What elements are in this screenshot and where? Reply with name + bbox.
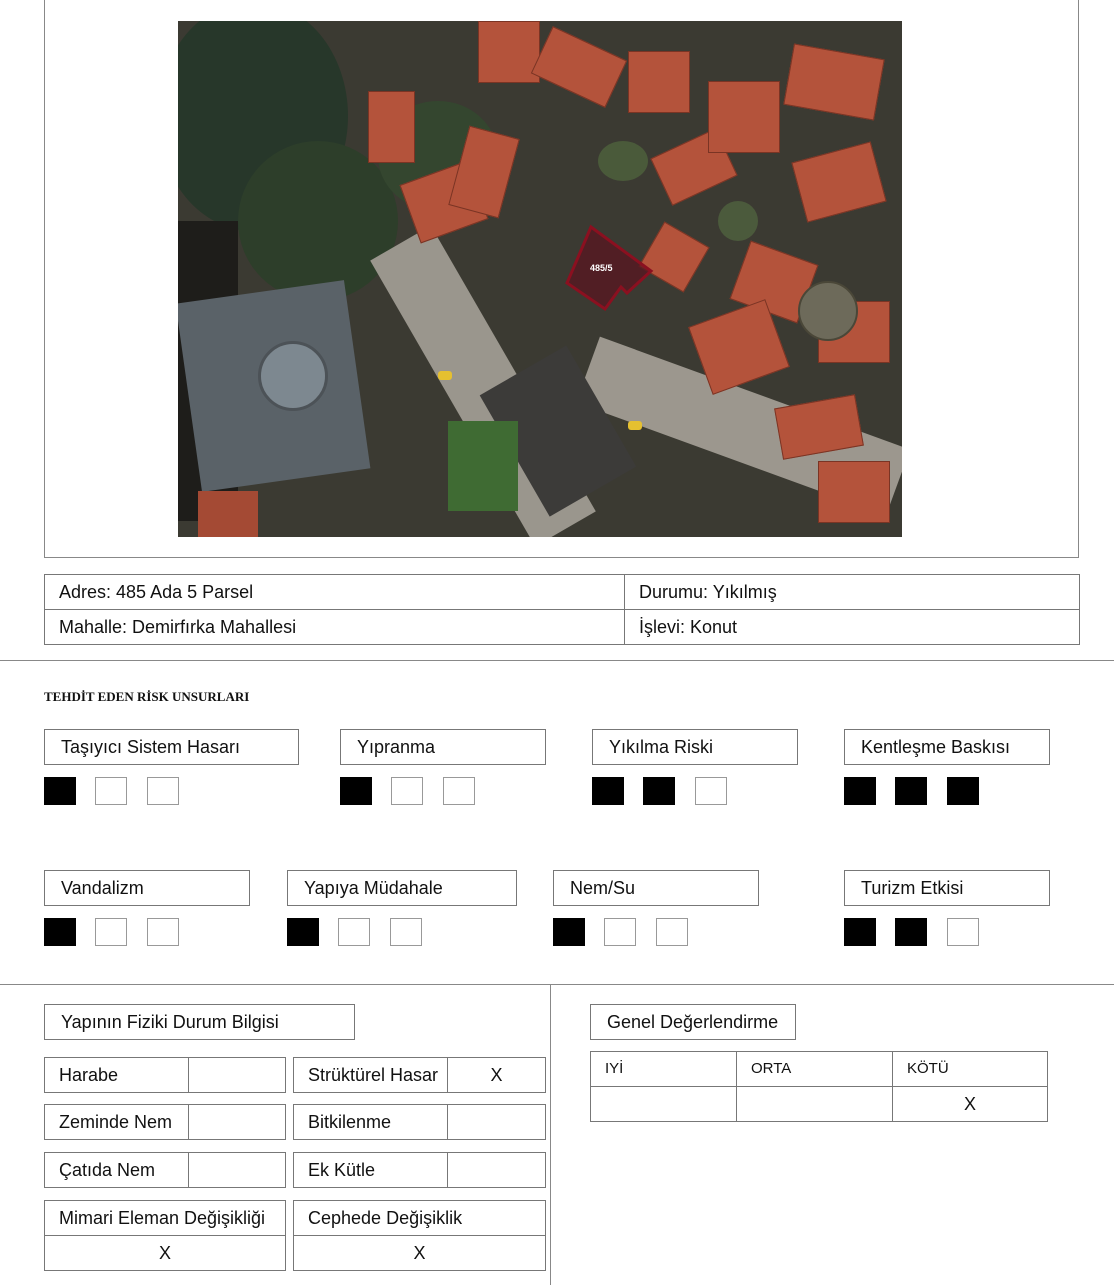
risk-level-square	[656, 918, 688, 946]
risk-level-square	[844, 918, 876, 946]
extra-mass-value	[447, 1152, 546, 1188]
risk-level-square	[844, 777, 876, 805]
evaluation-header-good: IYİ	[590, 1051, 737, 1087]
neighborhood-field: Mahalle: Demirfırka Mahallesi	[44, 609, 625, 645]
risk-level-square	[390, 918, 422, 946]
risk-label-vandalism: Vandalizm	[44, 870, 250, 906]
risk-section-title: TEHDİT EDEN RİSK UNSURLARI	[44, 689, 250, 704]
architectural-change-label: Mimari Eleman Değişikliği	[44, 1200, 286, 1236]
risk-label-intervention: Yapıya Müdahale	[287, 870, 517, 906]
evaluation-value-good	[590, 1086, 737, 1122]
risk-level-square	[95, 918, 127, 946]
risk-label-tourism: Turizm Etkisi	[844, 870, 1050, 906]
ground-moisture-label: Zeminde Nem	[44, 1104, 189, 1140]
section-divider-1	[0, 660, 1114, 661]
risk-level-square	[338, 918, 370, 946]
evaluation-header-medium: ORTA	[736, 1051, 893, 1087]
function-field: İşlevi: Konut	[624, 609, 1080, 645]
harabe-label: Harabe	[44, 1057, 189, 1093]
risk-level-square	[895, 918, 927, 946]
vegetation-label: Bitkilenme	[293, 1104, 448, 1140]
ground-moisture-value	[188, 1104, 286, 1140]
risk-level-square	[287, 918, 319, 946]
risk-level-square	[553, 918, 585, 946]
evaluation-header-bad: KÖTÜ	[892, 1051, 1048, 1087]
risk-label-wear: Yıpranma	[340, 729, 546, 765]
risk-level-square	[340, 777, 372, 805]
parcel-label: 485/5	[590, 263, 613, 273]
vegetation-value	[447, 1104, 546, 1140]
address-field: Adres: 485 Ada 5 Parsel	[44, 574, 625, 610]
frame-bottom-line	[44, 557, 1079, 558]
section-divider-2	[0, 984, 1114, 985]
risk-label-urbanization: Kentleşme Baskısı	[844, 729, 1050, 765]
risk-label-moisture: Nem/Su	[553, 870, 759, 906]
evaluation-value-bad: X	[892, 1086, 1048, 1122]
risk-level-square	[695, 777, 727, 805]
roof-moisture-label: Çatıda Nem	[44, 1152, 189, 1188]
risk-level-square	[44, 918, 76, 946]
risk-level-square	[895, 777, 927, 805]
risk-level-square	[147, 918, 179, 946]
roof-moisture-value	[188, 1152, 286, 1188]
risk-label-structural-damage: Taşıyıcı Sistem Hasarı	[44, 729, 299, 765]
risk-level-square	[604, 918, 636, 946]
physical-section-title: Yapının Fiziki Durum Bilgisi	[44, 1004, 355, 1040]
parcel-outline-icon	[565, 224, 654, 312]
facade-change-label: Cephede Değişiklik	[293, 1200, 546, 1236]
risk-level-square	[44, 777, 76, 805]
frame-left-line	[44, 0, 45, 558]
frame-right-line	[1078, 0, 1079, 558]
risk-level-square	[147, 777, 179, 805]
structural-damage-value: X	[447, 1057, 546, 1093]
structural-damage-label: Strüktürel Hasar	[293, 1057, 448, 1093]
extra-mass-label: Ek Kütle	[293, 1152, 448, 1188]
architectural-change-value: X	[44, 1235, 286, 1271]
risk-level-square	[592, 777, 624, 805]
satellite-map-image: 485/5	[178, 21, 902, 537]
column-divider	[550, 984, 551, 1285]
evaluation-value-medium	[736, 1086, 893, 1122]
evaluation-section-title: Genel Değerlendirme	[590, 1004, 796, 1040]
risk-level-square	[947, 918, 979, 946]
risk-level-square	[391, 777, 423, 805]
risk-level-square	[443, 777, 475, 805]
facade-change-value: X	[293, 1235, 546, 1271]
risk-level-square	[643, 777, 675, 805]
status-field: Durumu: Yıkılmış	[624, 574, 1080, 610]
harabe-value	[188, 1057, 286, 1093]
risk-level-square	[95, 777, 127, 805]
risk-label-collapse: Yıkılma Riski	[592, 729, 798, 765]
risk-level-square	[947, 777, 979, 805]
